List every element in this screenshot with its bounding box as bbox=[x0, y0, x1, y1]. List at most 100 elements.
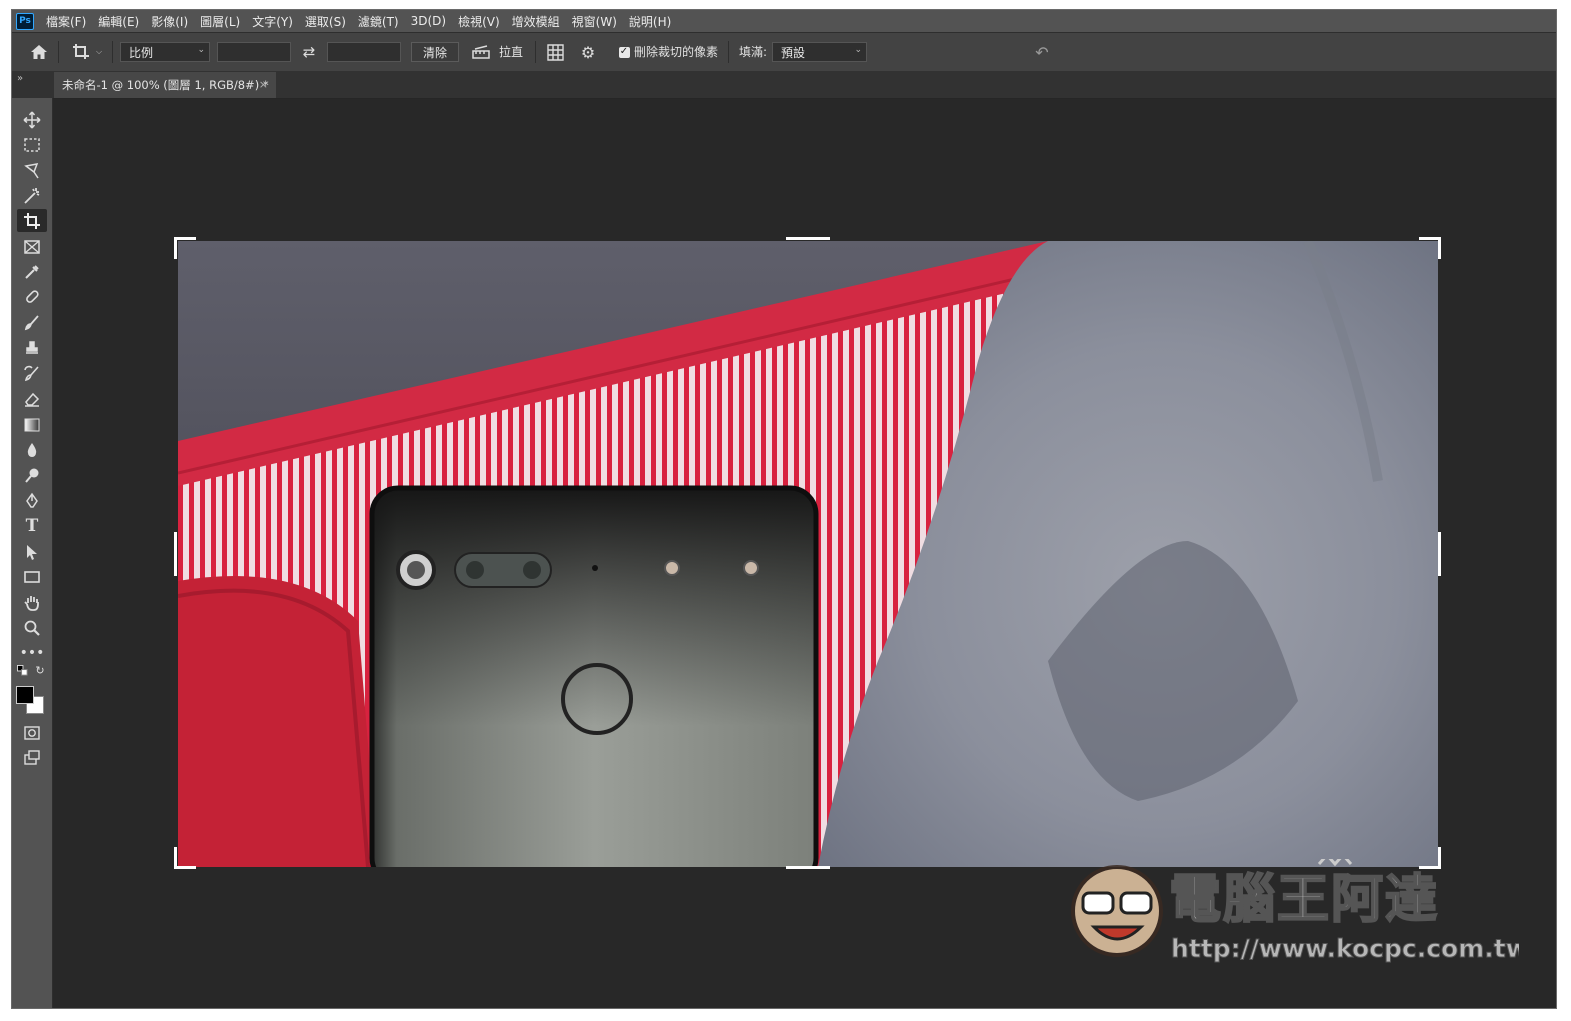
crop-handle-bottom[interactable] bbox=[786, 866, 830, 869]
gear-icon: ⚙ bbox=[580, 42, 596, 62]
ratio-select[interactable]: 比例 ⌄ bbox=[120, 42, 210, 62]
separator bbox=[112, 41, 113, 63]
brush-tool[interactable] bbox=[17, 311, 47, 334]
crop-handle-bottom-left-vertical[interactable] bbox=[174, 847, 177, 869]
reset-crop-button[interactable]: ↶ bbox=[1030, 42, 1054, 62]
dodge-icon bbox=[25, 468, 39, 483]
move-tool[interactable] bbox=[17, 108, 47, 131]
pen-tool[interactable] bbox=[17, 489, 47, 512]
photoshop-window: Ps 檔案(F) 編輯(E) 影像(I) 圖層(L) 文字(Y) 選取(S) 濾… bbox=[12, 10, 1556, 1008]
crop-handle-top[interactable] bbox=[786, 237, 830, 240]
crop-handle-right[interactable] bbox=[1438, 532, 1441, 576]
document-tab-title: 未命名-1 @ 100% (圖層 1, RGB/8#) * bbox=[62, 78, 269, 92]
mascot-face-icon: 電腦王阿達 http://www.kocpc.com.tw bbox=[1071, 852, 1529, 964]
history-brush-tool[interactable] bbox=[17, 362, 47, 385]
path-selection-tool[interactable] bbox=[17, 540, 47, 563]
grid-icon bbox=[546, 43, 564, 61]
rectangle-tool[interactable] bbox=[17, 565, 47, 588]
rectangle-icon bbox=[24, 570, 40, 583]
crop-tool[interactable] bbox=[17, 209, 47, 232]
menu-help[interactable]: 說明(H) bbox=[623, 13, 677, 30]
marquee-tool[interactable] bbox=[17, 133, 47, 156]
menu-file[interactable]: 檔案(F) bbox=[40, 13, 92, 30]
crop-tool-preset-picker[interactable]: ⌵ bbox=[68, 42, 106, 62]
blur-tool[interactable] bbox=[17, 438, 47, 461]
width-input[interactable] bbox=[217, 42, 291, 62]
quick-mask-button[interactable] bbox=[17, 721, 47, 744]
stamp-icon bbox=[26, 340, 38, 354]
menu-layer[interactable]: 圖層(L) bbox=[194, 13, 246, 30]
magnifier-icon bbox=[24, 620, 40, 636]
healing-brush-tool[interactable] bbox=[17, 285, 47, 308]
undo-icon: ↶ bbox=[1035, 42, 1049, 62]
crop-handle-bottom-left[interactable] bbox=[174, 866, 196, 869]
crop-handle-top-left[interactable] bbox=[174, 237, 196, 240]
menu-plugins[interactable]: 增效模組 bbox=[506, 13, 566, 30]
gradient-icon bbox=[24, 418, 40, 431]
crop-handle-top-left-vertical[interactable] bbox=[174, 237, 177, 259]
lasso-icon bbox=[24, 162, 39, 178]
hand-icon bbox=[24, 595, 39, 611]
delete-pixels-checkbox[interactable]: ✓ bbox=[617, 42, 631, 62]
delete-pixels-label[interactable]: 刪除裁切的像素 bbox=[634, 42, 718, 62]
watermark-url: http://www.kocpc.com.tw bbox=[1171, 934, 1519, 963]
collapse-panels-icon[interactable]: » bbox=[17, 73, 23, 84]
clone-stamp-tool[interactable] bbox=[17, 336, 47, 359]
more-tools[interactable]: ••• bbox=[17, 641, 47, 664]
menu-window[interactable]: 視窗(W) bbox=[566, 13, 623, 30]
crop-handle-left[interactable] bbox=[174, 532, 177, 576]
crop-icon bbox=[24, 212, 40, 229]
swap-dimensions-button[interactable]: ⇄ bbox=[297, 42, 321, 62]
menu-3d[interactable]: 3D(D) bbox=[405, 14, 452, 28]
fill-select[interactable]: 預設 ⌄ bbox=[772, 42, 867, 62]
crop-handle-top-right-vertical[interactable] bbox=[1438, 237, 1441, 259]
brush-icon bbox=[24, 314, 39, 330]
gradient-tool[interactable] bbox=[17, 413, 47, 436]
ellipsis-icon: ••• bbox=[19, 644, 45, 661]
zoom-tool[interactable] bbox=[17, 616, 47, 639]
separator bbox=[728, 41, 729, 63]
canvas-area[interactable]: 電腦王阿達 http://www.kocpc.com.tw bbox=[53, 99, 1556, 1008]
document-image[interactable] bbox=[178, 241, 1438, 867]
move-icon bbox=[23, 111, 41, 128]
screen-mode-button[interactable] bbox=[17, 746, 47, 769]
swap-colors-icon: ↻ bbox=[35, 663, 45, 677]
home-button[interactable] bbox=[26, 42, 52, 62]
document-tab-bar: » 未命名-1 @ 100% (圖層 1, RGB/8#) * × bbox=[12, 71, 1556, 99]
document-tab[interactable]: 未命名-1 @ 100% (圖層 1, RGB/8#) * × bbox=[54, 72, 276, 98]
hand-tool[interactable] bbox=[17, 591, 47, 614]
photoshop-logo: Ps bbox=[16, 12, 34, 30]
menu-type[interactable]: 文字(Y) bbox=[246, 13, 299, 30]
tools-panel: T ••• ↻ bbox=[12, 98, 53, 1008]
crop-icon bbox=[72, 44, 89, 59]
close-icon[interactable]: × bbox=[259, 78, 268, 91]
lasso-tool[interactable] bbox=[17, 159, 47, 182]
menu-select[interactable]: 選取(S) bbox=[299, 13, 352, 30]
watermark-logo: 電腦王阿達 http://www.kocpc.com.tw bbox=[1059, 852, 1529, 969]
eyedropper-icon bbox=[25, 264, 39, 279]
magic-wand-icon bbox=[24, 187, 40, 204]
straighten-label[interactable]: 拉直 bbox=[499, 42, 523, 62]
straighten-icon bbox=[472, 45, 490, 59]
eraser-tool[interactable] bbox=[17, 387, 47, 410]
default-colors-button[interactable] bbox=[14, 662, 30, 678]
magic-wand-tool[interactable] bbox=[17, 184, 47, 207]
menu-image[interactable]: 影像(I) bbox=[145, 13, 194, 30]
eyedropper-tool[interactable] bbox=[17, 260, 47, 283]
type-tool[interactable]: T bbox=[17, 514, 47, 537]
clear-button[interactable]: 清除 bbox=[411, 42, 459, 62]
swap-colors-button[interactable]: ↻ bbox=[32, 662, 48, 678]
eraser-icon bbox=[25, 392, 40, 407]
crop-settings-button[interactable]: ⚙ bbox=[577, 42, 599, 62]
dodge-tool[interactable] bbox=[17, 464, 47, 487]
foreground-color-swatch[interactable] bbox=[16, 686, 34, 704]
options-bar: ⌵ 比例 ⌄ ⇄ 清除 拉直 ⚙ ✓ 刪除裁切的像素 填滿: 預設 ⌄ ↶ bbox=[12, 32, 1556, 72]
menu-filter[interactable]: 濾鏡(T) bbox=[352, 13, 405, 30]
overlay-options-button[interactable] bbox=[544, 42, 566, 62]
history-brush-icon bbox=[24, 365, 39, 381]
menu-edit[interactable]: 編輯(E) bbox=[92, 13, 145, 30]
frame-tool[interactable] bbox=[17, 235, 47, 258]
height-input[interactable] bbox=[327, 42, 401, 62]
straighten-button[interactable] bbox=[470, 42, 492, 62]
menu-view[interactable]: 檢視(V) bbox=[452, 13, 506, 30]
